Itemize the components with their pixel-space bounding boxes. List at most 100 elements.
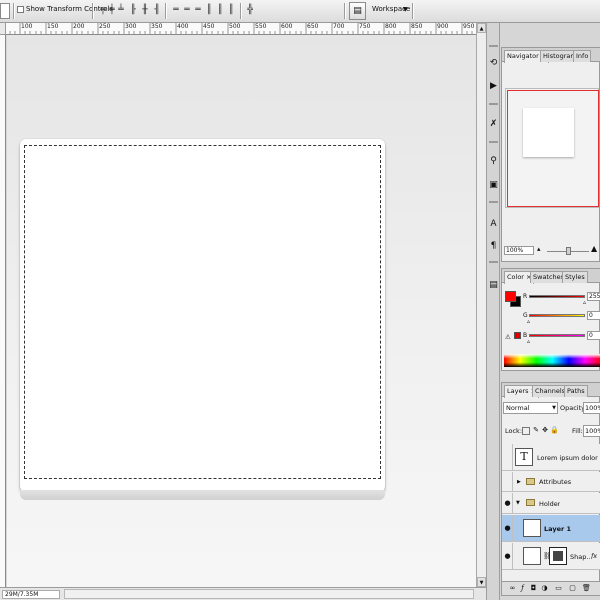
red-value[interactable]: 255	[587, 292, 600, 301]
distribute-left-icon[interactable]: ║	[204, 5, 214, 16]
layer-row-holder[interactable]: ● ▼ Holder	[502, 493, 600, 514]
fx-icon[interactable]: fx	[591, 552, 597, 560]
auto-align-icon[interactable]: ╬	[245, 5, 255, 16]
dock-grip[interactable]	[489, 201, 498, 203]
eye-icon: ●	[504, 499, 511, 507]
new-group-icon[interactable]: ▭	[554, 584, 563, 593]
eye-icon: ●	[504, 552, 511, 560]
character-icon[interactable]: A	[488, 217, 499, 231]
actions-icon[interactable]: ▶	[488, 79, 499, 93]
layer-row-shape[interactable]: ● ⛓ Shap... fx	[502, 543, 600, 570]
document-info[interactable]: 29M/7.35M	[2, 590, 60, 599]
tab-paths[interactable]: Paths	[564, 385, 588, 397]
foreground-color-swatch[interactable]	[505, 291, 516, 302]
navigator-preview[interactable]	[505, 88, 599, 208]
layer-row-text[interactable]: T Lorem ipsum dolor sit a...	[502, 444, 600, 471]
visibility-toggle[interactable]: ●	[503, 493, 513, 513]
visibility-toggle[interactable]: ●	[503, 543, 513, 569]
brushes-icon[interactable]: ⚲	[488, 154, 499, 168]
dock-grip[interactable]	[489, 261, 498, 263]
red-slider[interactable]	[529, 295, 585, 298]
scroll-up-icon[interactable]: ▲	[477, 23, 486, 33]
green-slider-handle[interactable]: ▵	[527, 319, 530, 325]
layer-row-attributes[interactable]: ▶ Attributes	[502, 472, 600, 492]
lock-all-icon[interactable]: 🔒	[550, 426, 559, 434]
align-bottom-edges-icon[interactable]: ╧	[116, 5, 126, 16]
zoom-field[interactable]: 100%	[504, 246, 534, 255]
distribute-bottom-icon[interactable]: ═	[193, 5, 203, 16]
red-slider-handle[interactable]: ▵	[583, 300, 586, 306]
lock-transparent-pixels-icon[interactable]	[522, 427, 530, 435]
distribute-top-icon[interactable]: ═	[171, 5, 181, 16]
distribute-horizontal-center-icon[interactable]: ║	[215, 5, 225, 16]
zoom-out-icon[interactable]: ▴	[537, 245, 541, 253]
color-spectrum-ramp[interactable]	[504, 354, 600, 367]
expand-triangle-icon[interactable]: ▶	[517, 479, 521, 485]
folder-icon	[526, 478, 535, 485]
horizontal-scrollbar[interactable]	[64, 589, 474, 599]
green-slider[interactable]	[529, 314, 585, 317]
distribute-vertical-center-icon[interactable]: ═	[182, 5, 192, 16]
layer-name[interactable]: Holder	[539, 500, 560, 508]
ruler-label: 200	[73, 23, 85, 30]
adjustment-layer-icon[interactable]: ◑	[540, 584, 549, 593]
tab-channels[interactable]: Channels	[532, 385, 569, 397]
zoom-slider-handle[interactable]	[566, 247, 571, 255]
blend-mode-select[interactable]: Normal ▼	[503, 402, 558, 414]
align-left-edges-icon[interactable]: ╟	[128, 5, 138, 16]
layer-row-layer-1[interactable]: ● Layer 1	[502, 515, 600, 542]
blue-value[interactable]: 0	[587, 331, 600, 340]
document-canvas[interactable]	[7, 35, 476, 587]
tool-preset-dropdown[interactable]	[0, 3, 10, 19]
closest-color-swatch[interactable]	[514, 332, 521, 339]
new-layer-icon[interactable]: ▢	[568, 584, 577, 593]
dock-grip[interactable]	[489, 103, 498, 105]
zoom-in-icon[interactable]: ▲	[591, 244, 597, 253]
green-value[interactable]: 0	[587, 311, 600, 320]
layer-name[interactable]: Layer 1	[544, 525, 571, 533]
visibility-toggle[interactable]	[503, 472, 513, 491]
visibility-toggle[interactable]: ●	[503, 515, 513, 541]
blue-slider[interactable]	[529, 334, 585, 337]
dock-grip[interactable]	[489, 45, 498, 47]
workspace-button[interactable]: ▤	[349, 2, 366, 20]
layer-name[interactable]: Attributes	[539, 478, 571, 486]
layer-name[interactable]: Shap...	[570, 553, 592, 561]
vertical-scrollbar[interactable]: ▲ ▼	[476, 23, 486, 587]
clone-source-icon[interactable]: ▣	[488, 178, 499, 192]
gamut-warning-icon[interactable]: ⚠	[505, 333, 511, 341]
collapse-triangle-icon[interactable]: ▼	[516, 500, 520, 506]
add-layer-style-icon[interactable]: ƒ	[518, 584, 527, 593]
scroll-down-icon[interactable]: ▼	[477, 577, 486, 587]
visibility-toggle[interactable]	[503, 444, 513, 470]
blend-mode-value: Normal	[506, 404, 530, 412]
horizontal-ruler[interactable]: 100 150 200 250 300 350 400 450 500 550 600 650 700 7…	[6, 23, 476, 35]
lock-position-icon[interactable]: ✥	[541, 426, 549, 434]
vertical-ruler[interactable]	[0, 35, 6, 587]
dock-grip[interactable]	[489, 141, 498, 143]
paragraph-icon[interactable]: ¶	[488, 239, 499, 253]
align-horizontal-centers-icon[interactable]: ╫	[140, 5, 150, 16]
layers-panel: Layers × Channels Paths Normal ▼ Opacity…	[501, 382, 600, 596]
separator	[240, 3, 241, 19]
trash-icon[interactable]: 🗑	[582, 584, 591, 593]
link-layers-icon[interactable]: ∞	[508, 584, 517, 593]
lock-image-pixels-icon[interactable]: ✎	[532, 426, 540, 434]
fill-field[interactable]: 100%	[583, 425, 600, 437]
align-right-edges-icon[interactable]: ╢	[152, 5, 162, 16]
shape-fill-thumbnail	[523, 547, 541, 565]
layer-name[interactable]: Lorem ipsum dolor sit a...	[537, 454, 600, 462]
tool-presets-icon[interactable]: ✗	[488, 117, 499, 131]
history-icon[interactable]: ⟲	[488, 56, 499, 70]
tab-styles[interactable]: Styles	[562, 271, 588, 283]
distribute-right-icon[interactable]: ║	[226, 5, 236, 16]
chevron-down-icon[interactable]: ▼	[403, 6, 408, 13]
blue-slider-handle[interactable]: ▵	[527, 339, 530, 345]
tab-info[interactable]: Info	[573, 50, 592, 62]
ruler-label: 400	[177, 23, 189, 30]
ruler-label: 500	[229, 23, 241, 30]
opacity-field[interactable]: 100%	[583, 402, 600, 414]
show-transform-controls-checkbox[interactable]	[17, 6, 24, 13]
layer-comps-icon[interactable]: ▤	[488, 278, 499, 292]
add-mask-icon[interactable]: ◘	[529, 584, 538, 593]
